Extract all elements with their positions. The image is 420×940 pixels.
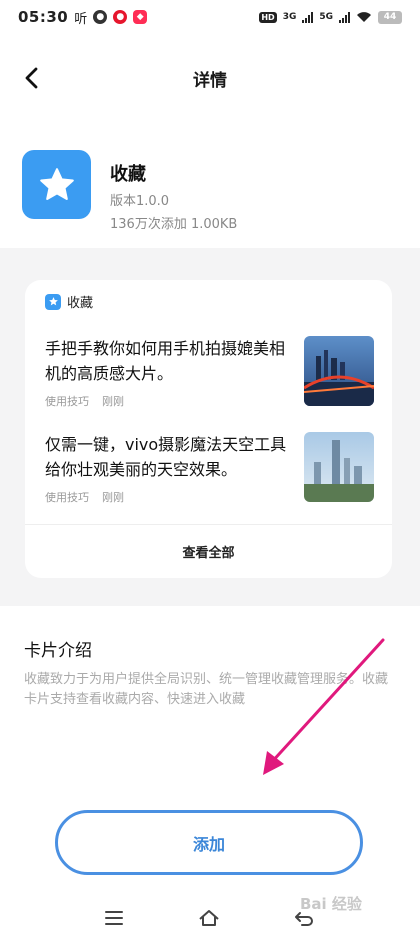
article-category: 使用技巧	[45, 491, 89, 504]
app-header: 收藏 版本1.0.0 136万次添加 1.00KB	[22, 150, 402, 232]
status-bar: 05:30 听 ● ● ◆ HD 3G 5G 44	[0, 0, 420, 34]
menu-button[interactable]	[100, 904, 128, 932]
article-time: 刚刚	[102, 491, 124, 504]
page-title: 详情	[193, 71, 227, 91]
home-button[interactable]	[195, 904, 223, 932]
hd-icon: HD	[259, 11, 277, 23]
watermark-logo: Bai 经验	[300, 895, 362, 913]
list-item[interactable]: 仅需一键，vivo摄影魔法天空工具给你壮观美丽的天空效果。 使用技巧 刚刚	[45, 432, 375, 517]
network-5g-label: 5G	[319, 11, 333, 22]
intro-text: 收藏致力于为用户提供全局识别、统一管理收藏管理服务。收藏卡片支持查看收藏内容、快…	[24, 672, 389, 707]
app-name: 收藏	[110, 164, 146, 185]
red-app-icon: ◆	[133, 10, 148, 24]
skyline-thumbnail	[304, 432, 374, 502]
status-time: 05:30	[18, 8, 69, 26]
article-tags: 使用技巧 刚刚	[45, 489, 124, 505]
listen-app-icon: 听	[74, 11, 88, 27]
battery-icon: 44	[378, 10, 402, 24]
app-icon	[22, 150, 91, 219]
weibo-icon: ●	[113, 10, 128, 24]
article-time: 刚刚	[102, 395, 124, 408]
home-icon	[199, 910, 219, 926]
article-tags: 使用技巧 刚刚	[45, 393, 124, 409]
article-title: 仅需一键，vivo摄影魔法天空工具给你壮观美丽的天空效果。	[45, 435, 287, 479]
app-info: 收藏 版本1.0.0 136万次添加 1.00KB	[110, 150, 238, 232]
card-header: 收藏	[45, 292, 93, 311]
favorites-card: 收藏 手把手教你如何用手机拍摄媲美相机的高质感大片。 使用技巧 刚刚 仅需一键，…	[25, 280, 392, 578]
card-header-label: 收藏	[67, 296, 94, 311]
signal-icon-2	[339, 11, 350, 23]
status-right: HD 3G 5G 44	[259, 10, 402, 24]
signal-icon	[302, 11, 314, 23]
menu-icon	[105, 911, 123, 925]
status-left: 05:30 听 ● ● ◆	[18, 8, 148, 27]
article-title: 手把手教你如何用手机拍摄媲美相机的高质感大片。	[45, 339, 286, 383]
top-nav: 详情	[0, 50, 420, 106]
notification-app-icon: ●	[93, 10, 108, 24]
wifi-icon	[357, 12, 371, 22]
view-all-button[interactable]: 查看全部	[25, 524, 392, 578]
intro-title: 卡片介绍	[24, 641, 92, 661]
preview-section: 收藏 手把手教你如何用手机拍摄媲美相机的高质感大片。 使用技巧 刚刚 仅需一键，…	[0, 248, 420, 606]
star-icon	[45, 293, 61, 310]
article-category: 使用技巧	[45, 395, 89, 408]
bridge-thumbnail	[304, 336, 374, 406]
app-meta: 136万次添加 1.00KB	[110, 217, 238, 232]
star-icon	[39, 167, 74, 200]
network-3g-label: 3G	[282, 11, 297, 22]
add-button[interactable]: 添加	[55, 810, 363, 875]
list-item[interactable]: 手把手教你如何用手机拍摄媲美相机的高质感大片。 使用技巧 刚刚	[45, 336, 375, 421]
app-version: 版本1.0.0	[110, 194, 170, 209]
